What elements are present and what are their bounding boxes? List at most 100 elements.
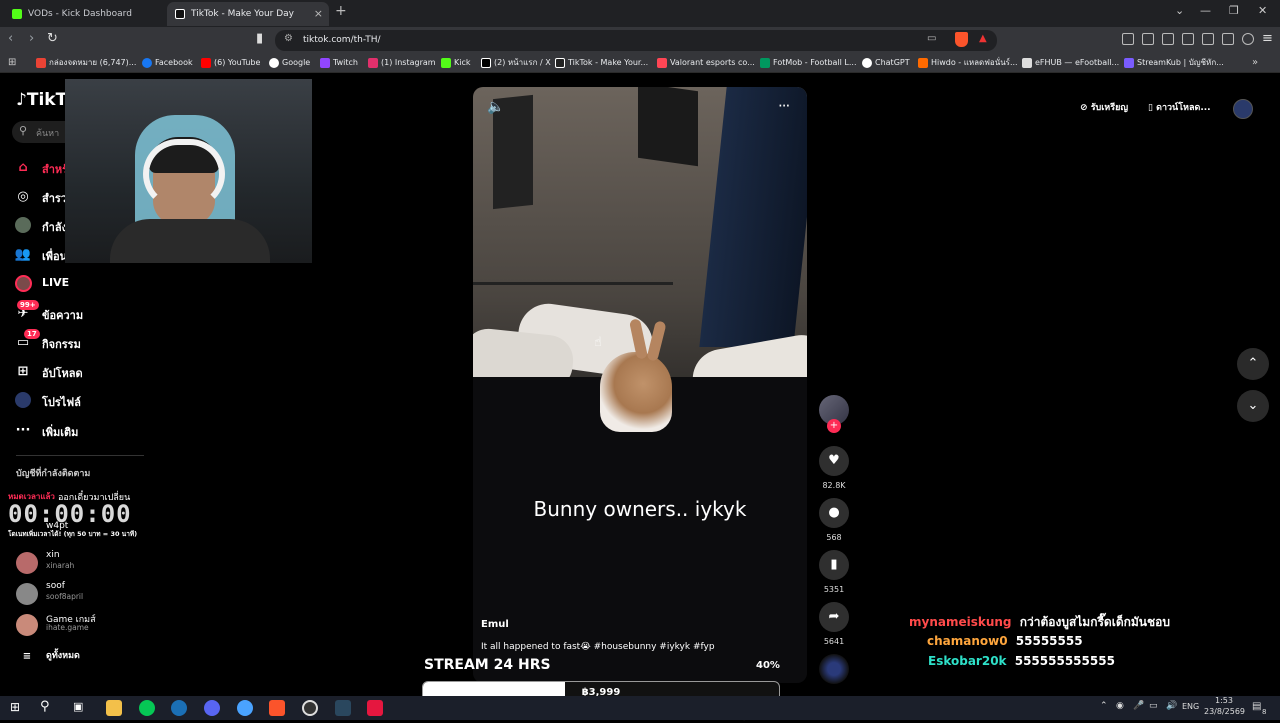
restore-icon[interactable]: ❐ <box>1229 4 1239 17</box>
user-avatar[interactable] <box>1233 99 1253 119</box>
following-account[interactable]: Game เกมส์ ihate.game <box>16 612 176 638</box>
bookmark-hiwdo[interactable]: Hiwdo - แหลดฟอนั่นร์... <box>918 53 1018 73</box>
avatar <box>16 583 38 605</box>
share-button[interactable]: ➦ 5641 <box>818 602 850 646</box>
forward-icon[interactable]: › <box>29 31 34 46</box>
network-icon[interactable]: ▭ <box>1149 701 1158 711</box>
url-text: tiktok.com/th-TH/ <box>303 35 381 45</box>
site-info-icon[interactable]: ⚙ <box>284 33 293 44</box>
hiwdo-icon <box>918 58 928 68</box>
leo-ai-icon[interactable] <box>1222 33 1234 45</box>
search-icon[interactable]: ⚲ <box>40 699 50 714</box>
apps-grid-icon[interactable]: ⊞ <box>8 57 16 68</box>
bookmark-tiktok[interactable]: TikTok - Make Your... <box>555 53 648 73</box>
back-icon[interactable]: ‹ <box>8 31 13 46</box>
vpn-icon[interactable] <box>1242 33 1254 45</box>
clock-date[interactable]: 23/8/2569 <box>1204 707 1245 716</box>
brave-rewards-icon[interactable]: ▲ <box>979 33 987 44</box>
bookmark-icon[interactable]: ▮ <box>256 31 263 46</box>
bookmark-efhub[interactable]: eFHUB — eFootball... <box>1022 53 1119 73</box>
reload-icon[interactable]: ↻ <box>47 31 58 46</box>
bookmark-icon: ▮ <box>819 550 849 580</box>
mute-icon[interactable]: 🔈 <box>487 99 504 115</box>
tray-chevron-icon[interactable]: ⌃ <box>1100 701 1108 711</box>
get-coins-button[interactable]: ⊘ รับเหรียญ <box>1080 100 1128 114</box>
tray-app-icon[interactable]: ◉ <box>1116 701 1124 711</box>
kick-favicon-icon <box>12 9 22 19</box>
tab-search-icon[interactable]: ⌄ <box>1175 4 1184 17</box>
youtube-icon <box>201 58 211 68</box>
app-blue-icon[interactable] <box>237 700 253 716</box>
follow-plus-icon[interactable]: + <box>827 419 841 433</box>
stream-timer: 00:00:00 <box>8 500 132 528</box>
file-explorer-icon[interactable] <box>106 700 122 716</box>
avatar <box>16 614 38 636</box>
save-button[interactable]: ▮ 5351 <box>818 550 850 594</box>
sidebar-icon[interactable] <box>1182 33 1194 45</box>
video-author[interactable]: Emul <box>481 619 509 630</box>
following-account[interactable]: soof soof8april <box>16 581 176 607</box>
new-tab-button[interactable]: + <box>335 3 347 19</box>
bookmark-valorant[interactable]: Valorant esports co... <box>657 53 755 73</box>
steam-alt-icon[interactable] <box>335 700 351 716</box>
video-player[interactable]: 🔈 ··· Bunny owners.. iykyk Emul It all h… <box>473 87 807 683</box>
next-video-button[interactable]: ⌄ <box>1237 390 1269 422</box>
task-view-icon[interactable]: ▣ <box>73 700 83 713</box>
puzzle-icon[interactable] <box>1142 33 1154 45</box>
address-bar[interactable]: ⚙ tiktok.com/th-TH/ ▭ ▲ <box>275 30 997 51</box>
bookmark-google[interactable]: Google <box>269 53 310 73</box>
heart-icon: ♥ <box>819 446 849 476</box>
bookmark-fotmob[interactable]: FotMob - Football L... <box>760 53 857 73</box>
bookmark-twitch[interactable]: Twitch <box>320 53 358 73</box>
obs-icon[interactable] <box>302 700 318 716</box>
chat-username: chamanow0 <box>927 634 1008 648</box>
line-icon[interactable] <box>139 700 155 716</box>
following-account[interactable]: xin xinarah <box>16 550 176 576</box>
tab-title: VODs - Kick Dashboard <box>28 9 132 19</box>
clock-time[interactable]: 1:53 <box>1215 696 1233 705</box>
bookmark-streamkub[interactable]: StreamKub | บัญชีหัก... <box>1124 53 1224 73</box>
comment-button[interactable]: ● 568 <box>818 498 850 542</box>
tab-kick-vods[interactable]: VODs - Kick Dashboard <box>4 2 166 26</box>
close-window-icon[interactable]: ✕ <box>1258 4 1267 17</box>
brave-browser-icon[interactable] <box>269 700 285 716</box>
bookmark-x[interactable]: (2) หน้าแรก / X <box>481 53 551 73</box>
wallet-icon[interactable] <box>1202 33 1214 45</box>
steam-icon[interactable] <box>171 700 187 716</box>
creator-avatar[interactable]: + <box>818 395 850 433</box>
red-app-icon[interactable] <box>367 700 383 716</box>
minimize-icon[interactable]: — <box>1200 4 1211 17</box>
tab-tiktok[interactable]: TikTok - Make Your Day × <box>167 2 329 26</box>
previous-video-button[interactable]: ⌃ <box>1237 348 1269 380</box>
goal-percent: 40% <box>756 660 780 671</box>
windows-start-icon[interactable]: ⊞ <box>10 700 20 714</box>
microphone-icon[interactable]: 🎤 <box>1133 701 1144 711</box>
cast-icon[interactable]: ▭ <box>927 33 936 44</box>
curtain <box>699 87 807 347</box>
notification-icon[interactable]: ▤ <box>1252 701 1261 712</box>
bookmark-youtube[interactable]: (6) YouTube <box>201 53 260 73</box>
bookmark-instagram[interactable]: (1) Instagram <box>368 53 436 73</box>
share-icon: ➦ <box>819 602 849 632</box>
more-bookmarks-icon[interactable]: » <box>1252 57 1258 68</box>
volume-icon[interactable]: 🔊 <box>1166 701 1177 711</box>
media-icon[interactable] <box>1162 33 1174 45</box>
more-options-icon[interactable]: ··· <box>778 97 790 115</box>
bookmark-facebook[interactable]: Facebook <box>142 53 193 73</box>
music-disc[interactable] <box>818 654 850 684</box>
close-tab-icon[interactable]: × <box>314 2 323 26</box>
brave-shield-icon[interactable] <box>955 32 968 47</box>
coin-icon: ⊘ <box>1080 103 1088 113</box>
bookmark-chatgpt[interactable]: ChatGPT <box>862 53 910 73</box>
bookmark-gmail[interactable]: กล่องจดหมาย (6,747)... <box>36 53 136 73</box>
bookmark-kick[interactable]: Kick <box>441 53 471 73</box>
language-indicator[interactable]: ENG <box>1182 702 1199 711</box>
tiktok-favicon-icon <box>175 9 185 19</box>
streamkub-icon <box>1124 58 1134 68</box>
discord-icon[interactable] <box>204 700 220 716</box>
menu-icon[interactable]: ≡ <box>1262 31 1273 46</box>
avatar <box>16 552 38 574</box>
extension-icon[interactable] <box>1122 33 1134 45</box>
like-button[interactable]: ♥ 82.8K <box>818 446 850 490</box>
download-app-button[interactable]: ▯ ดาวน์โหลด... <box>1148 100 1211 114</box>
